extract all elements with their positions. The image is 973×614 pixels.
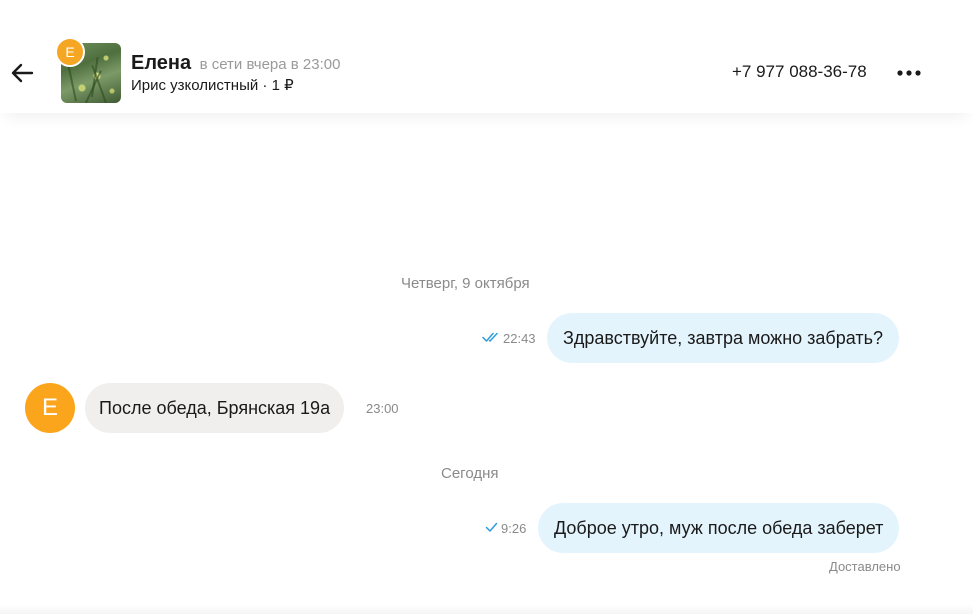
incoming-message-bubble[interactable]: После обеда, Брянская 19а [85,383,345,433]
check-icon [485,522,498,532]
contact-name[interactable]: Елена [131,52,191,74]
contact-name-line: Елена в сети вчера в 23:00 [131,52,340,75]
item-title[interactable]: Ирис узколистный · 1 ₽ [131,76,294,94]
date-separator: Четверг, 9 октября [401,275,530,292]
message-time: 9:26 [501,521,527,536]
chat-header: Е Елена в сети вчера в 23:00 Ирис узколи… [0,0,973,113]
message-time: 22:43 [503,331,536,346]
delivery-status: Доставлено [829,559,901,574]
composer-edge [0,604,973,614]
online-status: в сети вчера в 23:00 [199,56,341,73]
contact-mini-avatar: Е [55,37,85,67]
outgoing-message-bubble[interactable]: Здравствуйте, завтра можно забрать? [547,313,899,363]
double-check-icon [482,332,498,342]
date-separator: Сегодня [441,465,499,482]
outgoing-message-bubble[interactable]: Доброе утро, муж после обеда заберет [538,503,900,553]
contact-avatar[interactable]: Е [25,383,75,433]
message-time: 23:00 [366,401,399,416]
phone-number[interactable]: +7 977 088-36-78 [732,62,867,82]
more-options-icon[interactable] [895,64,923,82]
back-arrow-icon[interactable] [10,60,36,86]
